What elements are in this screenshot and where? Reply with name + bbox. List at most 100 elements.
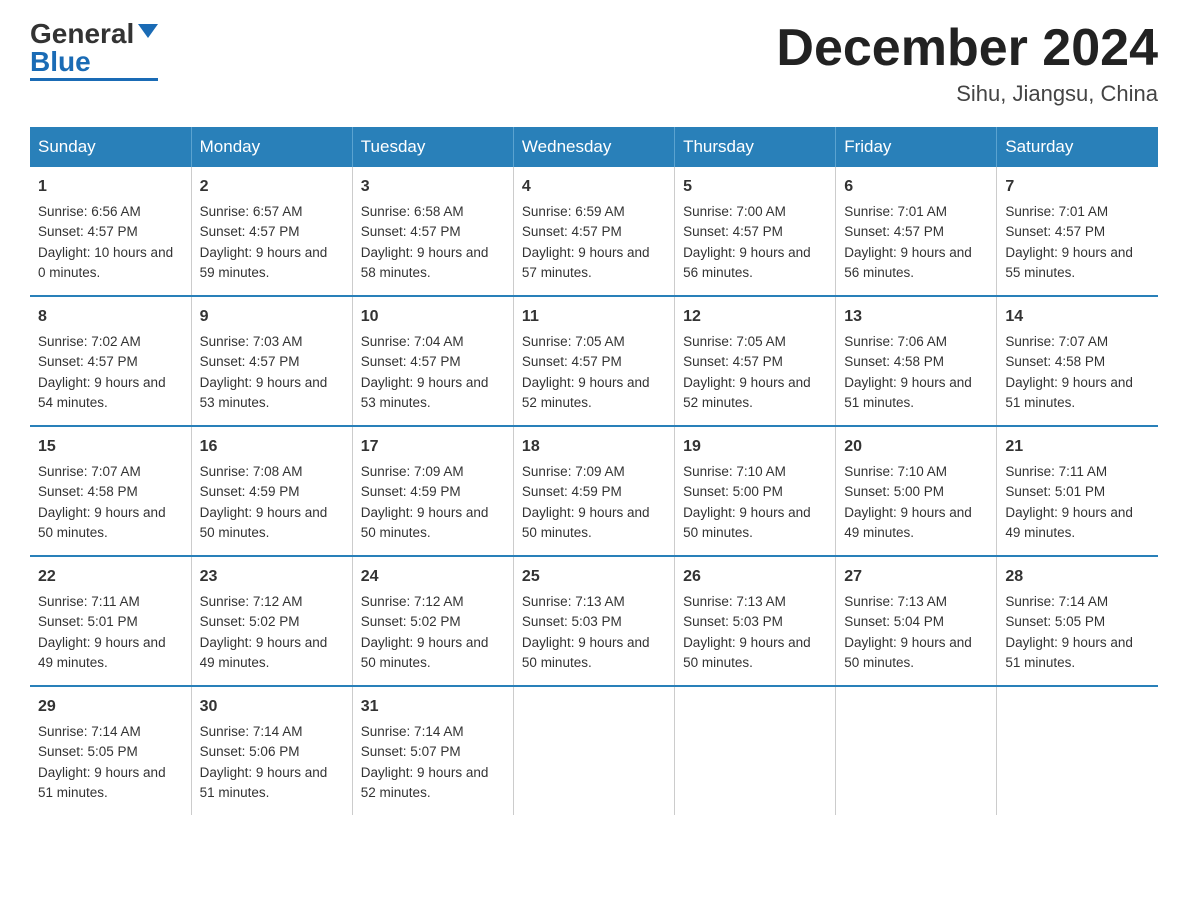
daylight-label: Daylight: 9 hours and 50 minutes.: [361, 505, 489, 540]
day-number: 22: [38, 565, 183, 589]
sunset-label: Sunset: 5:01 PM: [1005, 484, 1105, 499]
daylight-label: Daylight: 9 hours and 53 minutes.: [200, 375, 328, 410]
day-number: 19: [683, 435, 827, 459]
sunrise-label: Sunrise: 7:05 AM: [683, 334, 786, 349]
calendar-cell: 22 Sunrise: 7:11 AM Sunset: 5:01 PM Dayligh…: [30, 556, 191, 686]
calendar-cell: 2Sunrise: 6:57 AMSunset: 4:57 PMDaylight…: [191, 167, 352, 296]
weekday-header-friday: Friday: [836, 127, 997, 167]
daylight-label: Daylight: 9 hours and 58 minutes.: [361, 245, 489, 280]
sunrise-label: Sunrise: 7:11 AM: [1005, 464, 1107, 479]
sunrise-label: Sunrise: 7:07 AM: [1005, 334, 1108, 349]
daylight-label: Daylight: 9 hours and 59 minutes.: [200, 245, 328, 280]
calendar-cell: 10Sunrise: 7:04 AMSunset: 4:57 PMDayligh…: [352, 296, 513, 426]
weekday-header-wednesday: Wednesday: [513, 127, 674, 167]
week-row-4: 22 Sunrise: 7:11 AM Sunset: 5:01 PM Dayligh…: [30, 556, 1158, 686]
calendar-cell: 5Sunrise: 7:00 AMSunset: 4:57 PMDaylight…: [675, 167, 836, 296]
sunrise-label: Sunrise: 7:14 AM: [38, 724, 141, 739]
sunset-label: Sunset: 4:59 PM: [522, 484, 622, 499]
calendar-cell: [675, 686, 836, 815]
day-number: 18: [522, 435, 666, 459]
sunset-label: Sunset: 4:57 PM: [844, 224, 944, 239]
daylight-label: Daylight: 9 hours and 51 minutes.: [1005, 375, 1133, 410]
sunrise-label: Sunrise: 7:14 AM: [361, 724, 464, 739]
sunrise-label: Sunrise: 7:12 AM: [200, 594, 303, 609]
daylight-label: Daylight: 9 hours and 51 minutes.: [200, 765, 328, 800]
day-number: 20: [844, 435, 988, 459]
week-row-3: 15Sunrise: 7:07 AMSunset: 4:58 PMDayligh…: [30, 426, 1158, 556]
weekday-header-tuesday: Tuesday: [352, 127, 513, 167]
calendar-cell: 13Sunrise: 7:06 AMSunset: 4:58 PMDayligh…: [836, 296, 997, 426]
sunrise-label: Sunrise: 7:10 AM: [683, 464, 786, 479]
calendar-cell: 31 Sunrise: 7:14 AM Sunset: 5:07 PM Dayligh…: [352, 686, 513, 815]
sunset-label: Sunset: 5:02 PM: [200, 614, 300, 629]
location: Sihu, Jiangsu, China: [776, 81, 1158, 107]
calendar-cell: 19Sunrise: 7:10 AMSunset: 5:00 PMDayligh…: [675, 426, 836, 556]
sunset-label: Sunset: 4:57 PM: [683, 354, 783, 369]
day-number: 23: [200, 565, 344, 589]
sunset-label: Sunset: 5:05 PM: [38, 744, 138, 759]
sunset-label: Sunset: 4:58 PM: [844, 354, 944, 369]
sunrise-label: Sunrise: 7:10 AM: [844, 464, 947, 479]
day-number: 21: [1005, 435, 1150, 459]
logo-triangle-icon: [138, 24, 158, 38]
daylight-label: Daylight: 9 hours and 49 minutes.: [844, 505, 972, 540]
calendar-cell: 7Sunrise: 7:01 AMSunset: 4:57 PMDaylight…: [997, 167, 1158, 296]
sunrise-label: Sunrise: 7:03 AM: [200, 334, 303, 349]
sunset-label: Sunset: 4:57 PM: [200, 354, 300, 369]
calendar-cell: 23Sunrise: 7:12 AMSunset: 5:02 PMDayligh…: [191, 556, 352, 686]
daylight-label: Daylight: 9 hours and 49 minutes.: [1005, 505, 1133, 540]
day-number: 11: [522, 305, 666, 329]
daylight-label: Daylight: 9 hours and 51 minutes.: [1005, 635, 1133, 670]
calendar-cell: [997, 686, 1158, 815]
day-number: 24: [361, 565, 505, 589]
sunset-label: Sunset: 4:57 PM: [38, 224, 138, 239]
day-number: 12: [683, 305, 827, 329]
daylight-label: Daylight: 9 hours and 54 minutes.: [38, 375, 166, 410]
day-number: 10: [361, 305, 505, 329]
sunrise-label: Sunrise: 7:02 AM: [38, 334, 141, 349]
sunset-label: Sunset: 4:57 PM: [200, 224, 300, 239]
sunrise-label: Sunrise: 7:11 AM: [38, 594, 140, 609]
sunset-label: Sunset: 5:06 PM: [200, 744, 300, 759]
month-title: December 2024: [776, 20, 1158, 77]
sunrise-label: Sunrise: 7:00 AM: [683, 204, 786, 219]
day-number: 6: [844, 175, 988, 199]
day-number: 31: [361, 695, 505, 719]
sunset-label: Sunset: 5:00 PM: [844, 484, 944, 499]
daylight-label: Daylight: 9 hours and 52 minutes.: [361, 765, 489, 800]
sunset-label: Sunset: 5:00 PM: [683, 484, 783, 499]
calendar-cell: 9Sunrise: 7:03 AMSunset: 4:57 PMDaylight…: [191, 296, 352, 426]
sunset-label: Sunset: 5:03 PM: [522, 614, 622, 629]
sunset-label: Sunset: 5:01 PM: [38, 614, 138, 629]
daylight-label: Daylight: 9 hours and 50 minutes.: [361, 635, 489, 670]
daylight-label: Daylight: 9 hours and 50 minutes.: [38, 505, 166, 540]
sunrise-label: Sunrise: 7:07 AM: [38, 464, 141, 479]
calendar-cell: 18Sunrise: 7:09 AMSunset: 4:59 PMDayligh…: [513, 426, 674, 556]
day-number: 4: [522, 175, 666, 199]
calendar-table: SundayMondayTuesdayWednesdayThursdayFrid…: [30, 127, 1158, 815]
sunrise-label: Sunrise: 7:14 AM: [200, 724, 303, 739]
daylight-label: Daylight: 9 hours and 50 minutes.: [200, 505, 328, 540]
calendar-cell: 15Sunrise: 7:07 AMSunset: 4:58 PMDayligh…: [30, 426, 191, 556]
calendar-cell: 3Sunrise: 6:58 AMSunset: 4:57 PMDaylight…: [352, 167, 513, 296]
day-number: 15: [38, 435, 183, 459]
calendar-cell: 29Sunrise: 7:14 AMSunset: 5:05 PMDayligh…: [30, 686, 191, 815]
day-number: 8: [38, 305, 183, 329]
daylight-label: Daylight: 9 hours and 49 minutes.: [38, 635, 166, 670]
calendar-cell: 21 Sunrise: 7:11 AM Sunset: 5:01 PM Dayligh…: [997, 426, 1158, 556]
sunset-label: Sunset: 5:07 PM: [361, 744, 461, 759]
week-row-5: 29 Sunrise: 7:14 AM Sunset: 5:05 PM Dayligh…: [30, 686, 1158, 815]
day-number: 14: [1005, 305, 1150, 329]
logo-underline: [30, 78, 158, 81]
day-number: 1: [38, 175, 183, 199]
weekday-header-saturday: Saturday: [997, 127, 1158, 167]
day-number: 2: [200, 175, 344, 199]
day-number: 29: [38, 695, 183, 719]
sunset-label: Sunset: 4:57 PM: [1005, 224, 1105, 239]
sunset-label: Sunset: 5:03 PM: [683, 614, 783, 629]
daylight-label: Daylight: 9 hours and 52 minutes.: [683, 375, 811, 410]
sunrise-label: Sunrise: 6:59 AM: [522, 204, 625, 219]
calendar-cell: 16Sunrise: 7:08 AMSunset: 4:59 PMDayligh…: [191, 426, 352, 556]
sunrise-label: Sunrise: 7:04 AM: [361, 334, 464, 349]
sunrise-label: Sunrise: 7:13 AM: [683, 594, 786, 609]
